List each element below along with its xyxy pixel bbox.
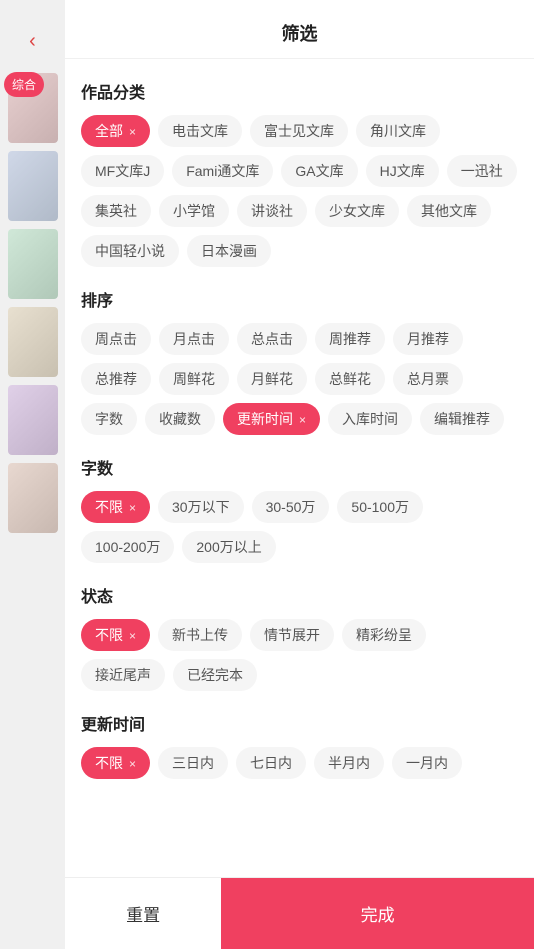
tag-sort-11[interactable]: 收藏数 xyxy=(145,403,215,435)
tags-wrap-update_time: 不限×三日内七日内半月内一月内 xyxy=(81,747,518,779)
tag-sort-6[interactable]: 周鲜花 xyxy=(159,363,229,395)
tag-wordcount-1[interactable]: 30万以下 xyxy=(158,491,244,523)
tag-category-10[interactable]: 小学馆 xyxy=(159,195,229,227)
tags-wrap-sort: 周点击月点击总点击周推荐月推荐总推荐周鲜花月鲜花总鲜花总月票字数收藏数更新时间×… xyxy=(81,323,518,435)
tag-update_time-4[interactable]: 一月内 xyxy=(392,747,462,779)
section-category: 作品分类全部×电击文库富士见文库角川文库 MF文库JFami通文库GA文库 HJ文库… xyxy=(81,79,518,267)
back-button[interactable]: ‹ xyxy=(29,30,36,53)
tag-category-4[interactable]: MF文库J xyxy=(81,155,164,187)
tag-category-6[interactable]: GA文库 xyxy=(281,155,357,187)
section-update_time: 更新时间不限×三日内七日内半月内一月内 xyxy=(81,711,518,779)
tag-category-14[interactable]: 中国轻小说 xyxy=(81,235,179,267)
tag-status-0[interactable]: 不限× xyxy=(81,619,150,651)
tag-sort-4[interactable]: 月推荐 xyxy=(393,323,463,355)
tag-category-5[interactable]: Fami通文库 xyxy=(172,155,273,187)
side-card-2 xyxy=(8,151,58,221)
side-card-3 xyxy=(8,229,58,299)
page-title: 筛选 xyxy=(282,24,318,44)
tag-update_time-2[interactable]: 七日内 xyxy=(236,747,306,779)
tag-category-3[interactable]: 角川文库 xyxy=(356,115,440,147)
tag-sort-3[interactable]: 周推荐 xyxy=(315,323,385,355)
tag-category-12[interactable]: 少女文库 xyxy=(315,195,399,227)
side-card-4 xyxy=(8,307,58,377)
tag-wordcount-3[interactable]: 50-100万 xyxy=(337,491,423,523)
tag-wordcount-0[interactable]: 不限× xyxy=(81,491,150,523)
tag-sort-8[interactable]: 总鲜花 xyxy=(315,363,385,395)
tag-sort-9[interactable]: 总月票 xyxy=(393,363,463,395)
tag-sort-2[interactable]: 总点击 xyxy=(237,323,307,355)
tag-update_time-1[interactable]: 三日内 xyxy=(158,747,228,779)
tag-status-2[interactable]: 情节展开 xyxy=(250,619,334,651)
tag-sort-10[interactable]: 字数 xyxy=(81,403,137,435)
tag-sort-13[interactable]: 入库时间 xyxy=(328,403,412,435)
tag-category-8[interactable]: 一迅社 xyxy=(447,155,517,187)
tag-sort-7[interactable]: 月鲜花 xyxy=(237,363,307,395)
reset-button[interactable]: 重置 xyxy=(65,878,221,949)
tags-wrap-wordcount: 不限×30万以下30-50万50-100万 100-200万200万以上 xyxy=(81,491,518,563)
section-status: 状态不限×新书上传情节展开精彩纷呈接近尾声已经完本 xyxy=(81,583,518,691)
tag-sort-1[interactable]: 月点击 xyxy=(159,323,229,355)
section-title-status: 状态 xyxy=(81,583,518,607)
tag-wordcount-2[interactable]: 30-50万 xyxy=(252,491,330,523)
tag-update_time-3[interactable]: 半月内 xyxy=(314,747,384,779)
tag-category-9[interactable]: 集英社 xyxy=(81,195,151,227)
tag-category-15[interactable]: 日本漫画 xyxy=(187,235,271,267)
header: 筛选 xyxy=(65,0,534,59)
confirm-button[interactable]: 完成 xyxy=(221,878,534,949)
back-panel: ‹ 综合 xyxy=(0,0,65,949)
main-panel: 筛选 作品分类全部×电击文库富士见文库角川文库 MF文库JFami通文库GA文库 H… xyxy=(65,0,534,949)
tag-category-2[interactable]: 富士见文库 xyxy=(250,115,348,147)
tag-status-3[interactable]: 精彩纷呈 xyxy=(342,619,426,651)
tag-category-0[interactable]: 全部× xyxy=(81,115,150,147)
side-card-6 xyxy=(8,463,58,533)
scroll-content: 作品分类全部×电击文库富士见文库角川文库 MF文库JFami通文库GA文库 HJ文库… xyxy=(65,59,534,949)
section-title-category: 作品分类 xyxy=(81,79,518,103)
tag-sort-14[interactable]: 编辑推荐 xyxy=(420,403,504,435)
section-wordcount: 字数不限×30万以下30-50万50-100万 100-200万200万以上 xyxy=(81,455,518,563)
section-title-wordcount: 字数 xyxy=(81,455,518,479)
tag-wordcount-5[interactable]: 200万以上 xyxy=(182,531,275,563)
tag-category-13[interactable]: 其他文库 xyxy=(407,195,491,227)
side-card-5 xyxy=(8,385,58,455)
tag-category-11[interactable]: 讲谈社 xyxy=(237,195,307,227)
tag-update_time-0[interactable]: 不限× xyxy=(81,747,150,779)
section-sort: 排序周点击月点击总点击周推荐月推荐总推荐周鲜花月鲜花总鲜花总月票字数收藏数更新时… xyxy=(81,287,518,435)
section-title-sort: 排序 xyxy=(81,287,518,311)
tag-status-5[interactable]: 已经完本 xyxy=(173,659,257,691)
tags-wrap-status: 不限×新书上传情节展开精彩纷呈接近尾声已经完本 xyxy=(81,619,518,691)
tag-status-1[interactable]: 新书上传 xyxy=(158,619,242,651)
tag-category-1[interactable]: 电击文库 xyxy=(158,115,242,147)
tab-综合[interactable]: 综合 xyxy=(4,72,44,97)
tag-wordcount-4[interactable]: 100-200万 xyxy=(81,531,174,563)
tag-category-7[interactable]: HJ文库 xyxy=(366,155,439,187)
side-cards xyxy=(8,73,58,533)
tag-sort-12[interactable]: 更新时间× xyxy=(223,403,320,435)
tag-status-4[interactable]: 接近尾声 xyxy=(81,659,165,691)
tag-sort-5[interactable]: 总推荐 xyxy=(81,363,151,395)
section-title-update_time: 更新时间 xyxy=(81,711,518,735)
tags-wrap-category: 全部×电击文库富士见文库角川文库 MF文库JFami通文库GA文库 HJ文库一迅社集… xyxy=(81,115,518,267)
tag-sort-0[interactable]: 周点击 xyxy=(81,323,151,355)
bottom-bar: 重置 完成 xyxy=(65,877,534,949)
